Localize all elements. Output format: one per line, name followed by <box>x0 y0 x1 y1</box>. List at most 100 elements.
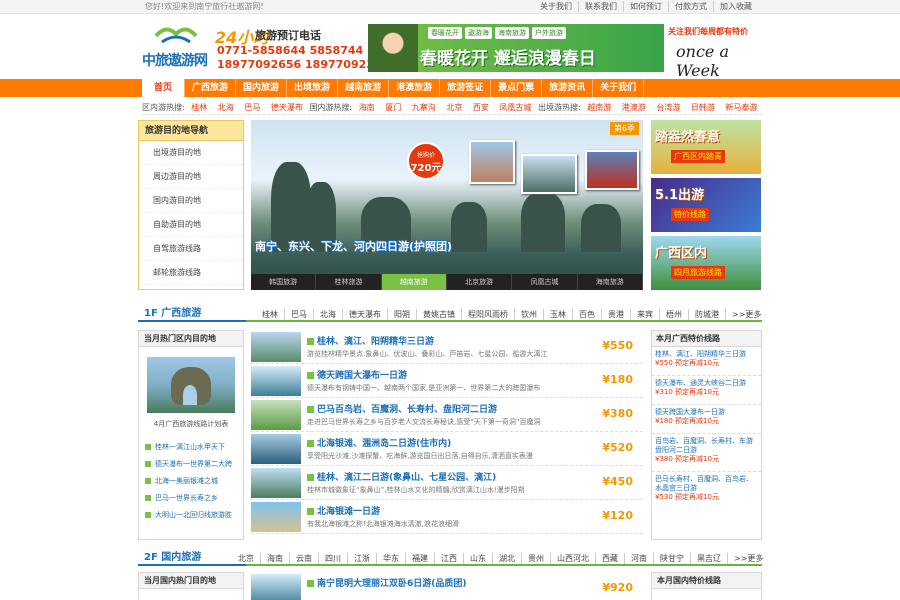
city-link[interactable]: 黄姚古镇 <box>416 309 461 320</box>
route-row[interactable]: 北海银滩一日游 有我北海银滩之称!北海银滩海水清澈,浪花浪细滑 ¥120 <box>251 500 643 534</box>
route-thumb[interactable] <box>251 468 301 498</box>
city-link[interactable]: 华东 <box>376 553 405 564</box>
route-row[interactable]: 巴马百鸟岩、百魔洞、长寿村、盘阳河二日游 走进巴马世界长寿之乡与百岁老人交流长寿… <box>251 398 643 432</box>
nav-outbound[interactable]: 出境旅游 <box>287 79 339 97</box>
special-name[interactable]: 德天瀑布、通灵大峡谷二日游 <box>655 379 758 388</box>
city-link[interactable]: 桂林 <box>256 309 284 320</box>
city-link[interactable]: 玉林 <box>543 309 572 320</box>
hot-item[interactable]: 北海 <box>214 103 238 112</box>
route-title[interactable]: 桂林、漓江、阳朔精华三日游 <box>307 334 434 347</box>
hot-item[interactable]: 日韩游 <box>687 103 719 112</box>
special-item[interactable]: 百鸟岩、百魔洞、长寿村、车游盘阳河二日游 ¥380 预定再减10元 <box>652 434 761 472</box>
dest-nearby[interactable]: 周边游目的地 <box>139 165 243 189</box>
hot-item[interactable]: 港澳游 <box>618 103 650 112</box>
city-link[interactable]: 来宾 <box>630 309 659 320</box>
dest-outbound[interactable]: 出境游目的地 <box>139 141 243 165</box>
special-item[interactable]: 德天跨国大瀑布一日游 ¥180 预定再减10元 <box>652 405 761 434</box>
hot-item[interactable]: 北京 <box>442 103 466 112</box>
nav-home[interactable]: 首页 <box>142 79 186 97</box>
city-link[interactable]: 程阳风雨桥 <box>461 309 514 320</box>
route-title[interactable]: 南宁昆明大理丽江双卧6日游(品质团) <box>307 576 467 589</box>
list-item[interactable]: 德天瀑布一世界第二大跨 <box>145 456 232 473</box>
nav-tickets[interactable]: 景点门票 <box>491 79 543 97</box>
city-link[interactable]: 贵州 <box>521 553 550 564</box>
list-item[interactable]: 巴马一世界长寿之乡 <box>145 490 232 507</box>
hot-item[interactable]: 德天瀑布 <box>267 103 307 112</box>
hot-item[interactable]: 新马泰游 <box>721 103 761 112</box>
city-link[interactable]: 巴马 <box>284 309 313 320</box>
route-thumb[interactable] <box>251 434 301 464</box>
city-link[interactable]: 阳朔 <box>387 309 416 320</box>
weekly-promo[interactable]: 关注我们每周都有特价 once a Week <box>668 26 760 80</box>
city-link[interactable]: 德天瀑布 <box>342 309 387 320</box>
nav-guangxi[interactable]: 广西旅游 <box>185 79 237 97</box>
list-item[interactable]: 大明山一北回归线旅游胜 <box>145 507 232 524</box>
payment-link[interactable]: 付款方式 <box>668 1 713 12</box>
header-banner[interactable]: 春暖花开 遨游海 海南旅游 户外旅游 春暖花开 邂逅浪漫春日 <box>368 24 664 72</box>
hot-item[interactable]: 海南 <box>355 103 379 112</box>
route-row[interactable]: 桂林、漓江二日游(象鼻山、七星公园、漓江) 桂林市城徽象征“象鼻山”,桂林山水文… <box>251 466 643 500</box>
city-link[interactable]: 防城港 <box>688 309 725 320</box>
thumb-caption[interactable]: 4月广西旅游线路计划表 <box>147 419 235 429</box>
route-title[interactable]: 德天跨国大瀑布一日游 <box>307 368 407 381</box>
route-thumb[interactable] <box>251 366 301 396</box>
route-thumb[interactable] <box>251 332 301 362</box>
hot-item[interactable]: 台湾游 <box>652 103 684 112</box>
city-link[interactable]: 黑吉辽 <box>690 553 727 564</box>
city-link[interactable]: 湖北 <box>492 553 521 564</box>
route-row[interactable]: 北海银滩、涠洲岛二日游(住市内) 享受阳光沙滩,沙滩探蟹、吃海鲜,游览国日出日落… <box>251 432 643 466</box>
city-link[interactable]: 四川 <box>318 553 347 564</box>
list-item[interactable]: 北海一美丽银滩之城 <box>145 473 232 490</box>
slider-tab[interactable]: 海南旅游 <box>578 274 643 290</box>
hot-item[interactable]: 桂林 <box>187 103 211 112</box>
slider-tab[interactable]: 凤凰古城 <box>512 274 578 290</box>
slider-caption[interactable]: 南宁、东兴、下龙、河内四日游(护照团) <box>255 238 452 254</box>
ad-mayday[interactable]: 5.1出游 特价线路 <box>651 178 761 232</box>
about-link[interactable]: 关于我们 <box>534 1 578 12</box>
hot-item[interactable]: 九寨沟 <box>408 103 440 112</box>
dest-self-guided[interactable]: 自助游目的地 <box>139 213 243 237</box>
route-thumb[interactable] <box>251 400 301 430</box>
route-row[interactable]: 南宁昆明大理丽江双卧6日游(品质团) ¥920 <box>251 572 643 600</box>
ad-spring[interactable]: 踏盎然春意 广西区内踏青 <box>651 120 761 174</box>
special-name[interactable]: 桂林、漓江、阳朔精华三日游 <box>655 350 758 359</box>
hot-item[interactable]: 西安 <box>469 103 493 112</box>
favorite-link[interactable]: 加入收藏 <box>713 1 758 12</box>
route-title[interactable]: 北海银滩、涠洲岛二日游(住市内) <box>307 436 451 449</box>
nav-vietnam[interactable]: 越南旅游 <box>338 79 390 97</box>
section-title[interactable]: 1F 广西旅游 <box>138 306 246 322</box>
route-thumb[interactable] <box>251 574 301 600</box>
route-thumb[interactable] <box>251 502 301 532</box>
hot-item[interactable]: 巴马 <box>240 103 264 112</box>
city-link[interactable]: 北海 <box>313 309 342 320</box>
city-link[interactable]: 西藏 <box>595 553 624 564</box>
slider-tab[interactable]: 韩国旅游 <box>251 274 317 290</box>
city-link[interactable]: 海南 <box>260 553 289 564</box>
contact-link[interactable]: 联系我们 <box>578 1 623 12</box>
city-link[interactable]: 钦州 <box>514 309 543 320</box>
destination-thumb[interactable] <box>147 357 235 413</box>
city-link[interactable]: 江西 <box>434 553 463 564</box>
city-link[interactable]: 云南 <box>289 553 318 564</box>
hot-item[interactable]: 凤凰古城 <box>495 103 535 112</box>
more-link[interactable]: >>更多 <box>725 309 767 320</box>
city-link[interactable]: 陕甘宁 <box>653 553 690 564</box>
city-link[interactable]: 梧州 <box>659 309 688 320</box>
hot-item[interactable]: 越南游 <box>583 103 615 112</box>
route-row[interactable]: 桂林、漓江、阳朔精华三日游 游览桂林精华景点:象鼻山、伏波山、叠彩山、芦笛岩、七… <box>251 330 643 364</box>
section-title[interactable]: 2F 国内旅游 <box>138 550 246 566</box>
city-link[interactable]: 河南 <box>624 553 653 564</box>
city-link[interactable]: 山东 <box>463 553 492 564</box>
hero-slider[interactable]: 抢购价 720元 第6季 南宁、东兴、下龙、河内四日游(护照团) 韩国旅游 桂林… <box>251 120 643 290</box>
nav-hk-macau[interactable]: 港澳旅游 <box>389 79 441 97</box>
special-item[interactable]: 德天瀑布、通灵大峡谷二日游 ¥310 预定再减10元 <box>652 376 761 405</box>
slider-tab[interactable]: 北京旅游 <box>447 274 513 290</box>
dest-domestic[interactable]: 国内游目的地 <box>139 189 243 213</box>
dest-self-drive[interactable]: 自驾旅游线路 <box>139 237 243 261</box>
nav-about[interactable]: 关于我们 <box>593 79 645 97</box>
nav-domestic[interactable]: 国内旅游 <box>236 79 288 97</box>
nav-news[interactable]: 旅游资讯 <box>542 79 594 97</box>
special-item[interactable]: 桂林、漓江、阳朔精华三日游 ¥550 预定再减10元 <box>652 347 761 376</box>
route-title[interactable]: 巴马百鸟岩、百魔洞、长寿村、盘阳河二日游 <box>307 402 497 415</box>
list-item[interactable]: 桂林一漓江山水甲天下 <box>145 439 232 456</box>
